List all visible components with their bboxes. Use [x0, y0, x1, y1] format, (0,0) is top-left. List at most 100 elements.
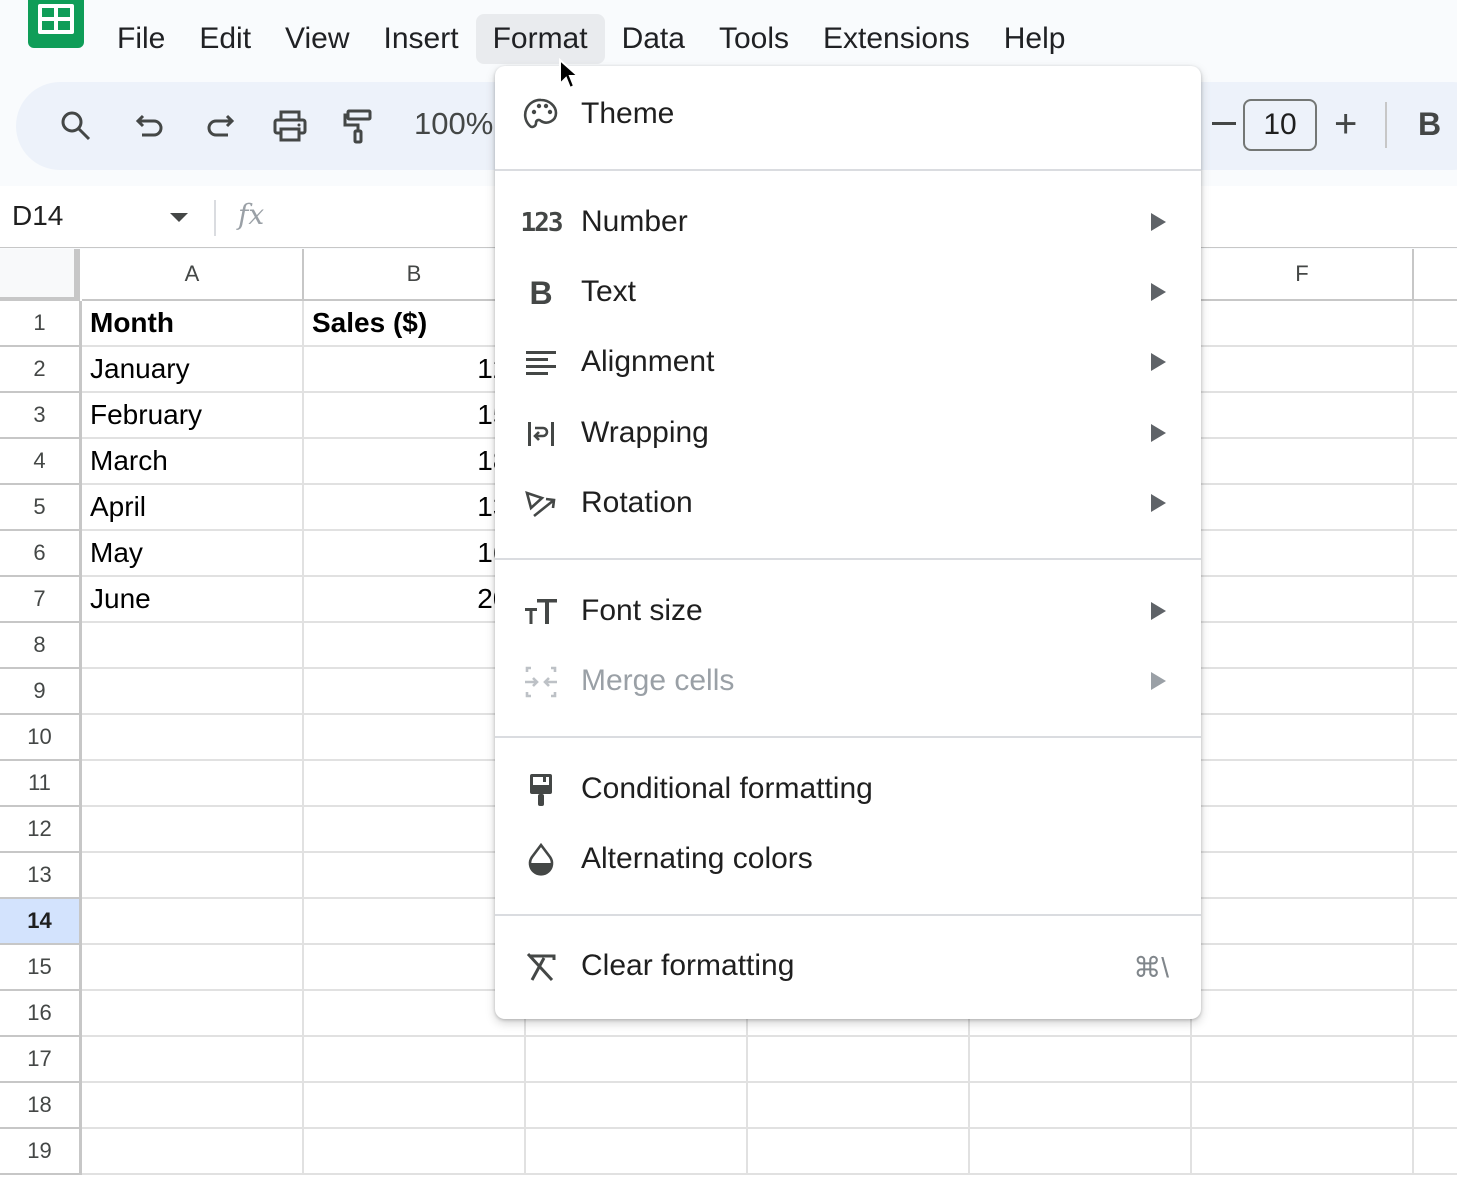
cell-b6[interactable]: 160: [304, 531, 526, 577]
cell-f5[interactable]: [1192, 485, 1414, 531]
cell-a17[interactable]: [82, 1037, 304, 1083]
cell-f17[interactable]: [1192, 1037, 1414, 1083]
cell-b5[interactable]: 135: [304, 485, 526, 531]
format-menu-item-text[interactable]: B Text: [495, 263, 1201, 323]
cell-b16[interactable]: [304, 991, 526, 1037]
format-menu-item-font-size[interactable]: Font size: [495, 582, 1201, 642]
cell-b15[interactable]: [304, 945, 526, 991]
row-header-12[interactable]: 12: [0, 807, 82, 853]
cell-b1[interactable]: Sales ($): [304, 301, 526, 347]
column-header-f[interactable]: F: [1192, 249, 1414, 301]
cell-g6[interactable]: [1414, 531, 1457, 577]
cell-g15[interactable]: [1414, 945, 1457, 991]
row-header-19[interactable]: 19: [0, 1129, 82, 1175]
cell-a7[interactable]: June: [82, 577, 304, 623]
cell-f15[interactable]: [1192, 945, 1414, 991]
cell-a2[interactable]: January: [82, 347, 304, 393]
paint-format-icon[interactable]: [336, 104, 380, 148]
font-size-input[interactable]: 10: [1243, 99, 1317, 151]
cell-g18[interactable]: [1414, 1083, 1457, 1129]
zoom-select[interactable]: 100%: [414, 106, 493, 142]
cell-g16[interactable]: [1414, 991, 1457, 1037]
search-icon[interactable]: [54, 104, 98, 148]
format-menu-item-conditional-formatting[interactable]: Conditional formatting: [495, 760, 1201, 820]
cell-c19[interactable]: [526, 1129, 748, 1175]
cell-a12[interactable]: [82, 807, 304, 853]
cell-g1[interactable]: [1414, 301, 1457, 347]
cell-g9[interactable]: [1414, 669, 1457, 715]
row-header-17[interactable]: 17: [0, 1037, 82, 1083]
cell-e17[interactable]: [970, 1037, 1192, 1083]
row-header-8[interactable]: 8: [0, 623, 82, 669]
increase-font-size-button[interactable]: +: [1334, 102, 1357, 147]
menu-view[interactable]: View: [268, 14, 366, 64]
cell-b3[interactable]: 150: [304, 393, 526, 439]
column-header-g[interactable]: [1414, 249, 1457, 301]
cell-f19[interactable]: [1192, 1129, 1414, 1175]
cell-f4[interactable]: [1192, 439, 1414, 485]
cell-b14[interactable]: [304, 899, 526, 945]
format-menu-item-alignment[interactable]: Alignment: [495, 333, 1201, 393]
select-all-corner[interactable]: [0, 249, 80, 301]
cell-g13[interactable]: [1414, 853, 1457, 899]
cell-g5[interactable]: [1414, 485, 1457, 531]
menu-edit[interactable]: Edit: [182, 14, 268, 64]
row-header-2[interactable]: 2: [0, 347, 82, 393]
cell-f12[interactable]: [1192, 807, 1414, 853]
cell-a13[interactable]: [82, 853, 304, 899]
column-header-a[interactable]: A: [82, 249, 304, 301]
cell-f11[interactable]: [1192, 761, 1414, 807]
cell-c17[interactable]: [526, 1037, 748, 1083]
cell-a14[interactable]: [82, 899, 304, 945]
format-menu-item-wrapping[interactable]: Wrapping: [495, 404, 1201, 464]
cell-b13[interactable]: [304, 853, 526, 899]
cell-b11[interactable]: [304, 761, 526, 807]
format-menu-item-number[interactable]: 123 Number: [495, 193, 1201, 253]
cell-f8[interactable]: [1192, 623, 1414, 669]
redo-icon[interactable]: [198, 104, 242, 148]
cell-g12[interactable]: [1414, 807, 1457, 853]
menu-file[interactable]: File: [100, 14, 182, 64]
cell-a18[interactable]: [82, 1083, 304, 1129]
sheets-logo[interactable]: [28, 0, 84, 48]
cell-g7[interactable]: [1414, 577, 1457, 623]
cell-b18[interactable]: [304, 1083, 526, 1129]
cell-g17[interactable]: [1414, 1037, 1457, 1083]
cell-c18[interactable]: [526, 1083, 748, 1129]
format-menu-item-merge-cells[interactable]: Merge cells: [495, 652, 1201, 712]
cell-a8[interactable]: [82, 623, 304, 669]
cell-a16[interactable]: [82, 991, 304, 1037]
row-header-7[interactable]: 7: [0, 577, 82, 623]
cell-f13[interactable]: [1192, 853, 1414, 899]
cell-g3[interactable]: [1414, 393, 1457, 439]
menu-format[interactable]: Format: [475, 14, 605, 64]
row-header-10[interactable]: 10: [0, 715, 82, 761]
cell-f18[interactable]: [1192, 1083, 1414, 1129]
name-box[interactable]: D14: [12, 200, 63, 232]
column-header-b[interactable]: B: [304, 249, 526, 301]
cell-f9[interactable]: [1192, 669, 1414, 715]
cell-b19[interactable]: [304, 1129, 526, 1175]
cell-f1[interactable]: [1192, 301, 1414, 347]
menu-data[interactable]: Data: [605, 14, 702, 64]
bold-button[interactable]: B: [1418, 106, 1441, 143]
row-header-15[interactable]: 15: [0, 945, 82, 991]
cell-f6[interactable]: [1192, 531, 1414, 577]
cell-a9[interactable]: [82, 669, 304, 715]
cell-a5[interactable]: April: [82, 485, 304, 531]
cell-g11[interactable]: [1414, 761, 1457, 807]
row-header-18[interactable]: 18: [0, 1083, 82, 1129]
row-header-6[interactable]: 6: [0, 531, 82, 577]
row-header-11[interactable]: 11: [0, 761, 82, 807]
row-header-9[interactable]: 9: [0, 669, 82, 715]
cell-b7[interactable]: 200: [304, 577, 526, 623]
row-header-13[interactable]: 13: [0, 853, 82, 899]
format-menu-item-alternating-colors[interactable]: Alternating colors: [495, 830, 1201, 890]
row-header-4[interactable]: 4: [0, 439, 82, 485]
cell-f2[interactable]: [1192, 347, 1414, 393]
cell-b10[interactable]: [304, 715, 526, 761]
cell-e18[interactable]: [970, 1083, 1192, 1129]
chevron-down-icon[interactable]: [170, 213, 188, 222]
cell-f14[interactable]: [1192, 899, 1414, 945]
cell-d18[interactable]: [748, 1083, 970, 1129]
